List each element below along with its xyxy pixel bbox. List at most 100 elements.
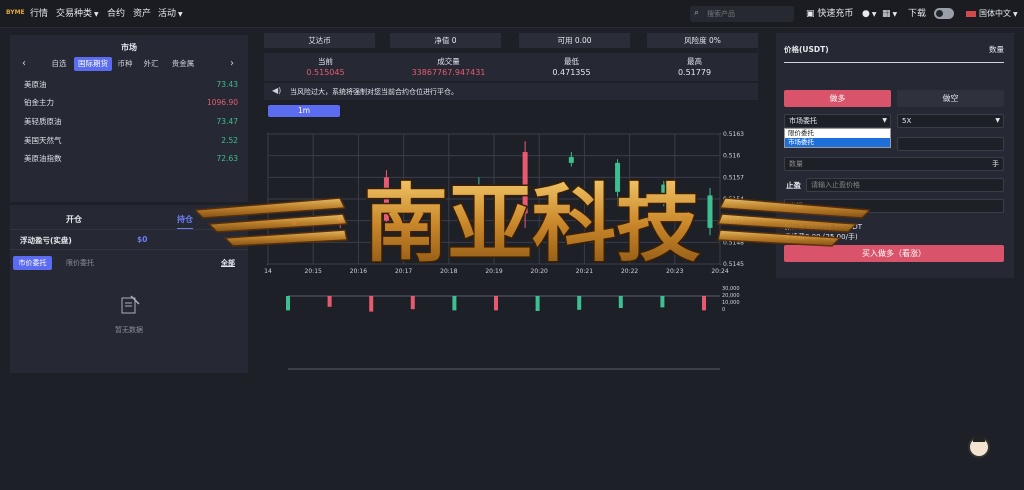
row-name: 美国天然气 (24, 136, 62, 145)
submit-buy-long-button[interactable]: 买入做多（看涨） (784, 245, 1004, 262)
candle-body (522, 152, 528, 214)
volume-tick-label: 20,000 (722, 293, 740, 299)
language-select[interactable]: 国体中文 ▼ (979, 6, 1018, 23)
support-avatar[interactable] (968, 435, 990, 458)
dropdown-option-selected[interactable]: 市场委托 (785, 138, 890, 147)
stat-label: 当前 (318, 57, 333, 66)
search-box[interactable]: ⌕ 搜索产品 (690, 6, 794, 22)
market-panel: 市场 ‹ 自选 国际期货 币种 外汇 贵金属 › 美原油 73.43 铂金主力 10… (10, 35, 248, 202)
x-tick-label: 20:15 (305, 268, 322, 275)
candle-body (661, 184, 667, 199)
volume-bar (660, 296, 665, 308)
chevron-down-icon: ▼ (882, 117, 887, 124)
notice-text: 当风险过大，系统将强制对您当前合约仓位进行平仓。 (290, 88, 458, 96)
list-item[interactable]: 铂金主力 1096.90 (24, 96, 238, 110)
tab-limit-order[interactable]: 限价委托 (66, 256, 94, 270)
margin-text: 保证金999999.99USDT (784, 223, 863, 231)
x-tick-label: 20:20 (531, 268, 548, 275)
candlestick-chart[interactable]: 14 20:15 20:16 20:17 20:18 20:19 20:20 20:21 20:… (264, 118, 758, 380)
divider (10, 249, 248, 250)
volume-tick-label: 10,000 (722, 300, 740, 306)
candle-body (568, 157, 574, 163)
user-icon: ● (862, 9, 870, 19)
chevron-left-icon[interactable]: ‹ (22, 57, 26, 71)
nav-trade-types[interactable]: 交易种类 ▼ (56, 6, 99, 23)
tab-open[interactable]: 开仓 (66, 214, 82, 225)
stat-value: 33867767.947431 (411, 68, 486, 77)
y-tick-label: 0.5157 (723, 174, 744, 181)
divider (10, 229, 248, 230)
volume-tick-label: 0 (722, 307, 725, 313)
list-item[interactable]: 美原油 73.43 (24, 78, 238, 92)
fee-text: 手续费0.00 (25.00/手) (784, 233, 858, 241)
candle-body (383, 177, 389, 221)
theme-toggle[interactable] (934, 8, 954, 19)
list-item[interactable]: 美国天然气 2.52 (24, 134, 238, 148)
stat-current: 当前 0.515045 (264, 56, 387, 79)
filter-all[interactable]: 全部 (221, 256, 235, 270)
volume-bar (577, 296, 582, 310)
language-label: 国体中文 (979, 9, 1011, 18)
tab-watchlist[interactable]: 自选 (46, 57, 72, 71)
interval-1m-button[interactable]: 1m (268, 105, 340, 117)
quick-deposit-button[interactable]: ▣ 快速充币 (806, 6, 853, 22)
row-value: 73.43 (216, 80, 238, 89)
stat-value: 0.471355 (552, 68, 591, 77)
dropdown-option[interactable]: 限价委托 (785, 129, 890, 138)
stat-label: 成交量 (437, 57, 460, 66)
chevron-right-icon[interactable]: › (230, 57, 234, 71)
take-profit-input[interactable]: 请输入止盈价格 (806, 178, 1004, 192)
price-field[interactable] (897, 137, 1004, 151)
volume-bar (452, 296, 457, 311)
stat-high: 最高 0.51779 (633, 56, 756, 79)
search-input[interactable]: 搜索产品 (707, 8, 735, 20)
y-tick-label: 0.516 (723, 153, 740, 160)
logo[interactable]: BYME (6, 7, 25, 19)
download-link[interactable]: 下载 (908, 6, 926, 22)
volume-bar (494, 296, 498, 311)
tab-market-order[interactable]: 市价委托 (13, 256, 52, 270)
tab-holding[interactable]: 持仓 (177, 214, 193, 230)
y-tick-label: 0.5148 (723, 239, 744, 246)
flag-icon (966, 11, 976, 17)
stop-loss-input[interactable]: 止损 (784, 199, 1004, 213)
x-tick-label: 20:23 (666, 268, 683, 275)
candle-body (615, 162, 621, 192)
user-menu[interactable]: ● ▼ (862, 6, 876, 23)
grid-icon: ▦ (882, 9, 891, 19)
nav-activity[interactable]: 活动 ▼ (158, 6, 183, 23)
chevron-down-icon: ▼ (892, 11, 898, 18)
divider (784, 62, 1004, 63)
sell-short-button[interactable]: 做空 (897, 90, 1004, 107)
order-type-value: 市场委托 (789, 117, 817, 125)
list-item[interactable]: 美轻质原油 73.47 (24, 115, 238, 129)
candle-body (707, 195, 713, 228)
stat-value: 0.515045 (306, 68, 345, 77)
order-type-select[interactable]: 市场委托 ▼ (784, 114, 891, 128)
candle-body (291, 222, 297, 225)
tab-crypto[interactable]: 币种 (114, 57, 136, 71)
order-type-dropdown: 限价委托 市场委托 (784, 128, 891, 148)
leverage-select[interactable]: 5X ▼ (897, 114, 1004, 128)
nav-activity-label: 活动 (158, 9, 177, 19)
x-tick-label: 20:17 (395, 268, 412, 275)
grid-menu[interactable]: ▦ ▼ (882, 6, 897, 23)
tab-metals[interactable]: 贵金属 (166, 57, 200, 71)
search-icon: ⌕ (694, 8, 700, 18)
qty-field[interactable]: 数量 手 (784, 157, 1004, 171)
nav-market[interactable]: 行情 (30, 6, 48, 22)
tab-forex[interactable]: 外汇 (138, 57, 164, 71)
qty-unit: 手 (992, 160, 999, 168)
price-column-label: 价格(USDT) (784, 45, 829, 54)
nav-assets[interactable]: 资产 (133, 6, 151, 22)
buy-long-button[interactable]: 做多 (784, 90, 891, 107)
volume-bar (369, 296, 374, 312)
symbol-label: 艾达币 (264, 33, 375, 48)
tab-futures[interactable]: 国际期货 (74, 57, 112, 71)
floating-pnl-value: $0 (137, 235, 148, 244)
candle-body (430, 220, 436, 225)
volume-bar (327, 296, 332, 307)
nav-contract[interactable]: 合约 (107, 6, 125, 22)
top-navbar: BYME 行情 交易种类 ▼ 合约 资产 活动 ▼ ⌕ 搜索产品 ▣ 快速充币 ● ▼… (0, 0, 1024, 28)
list-item[interactable]: 美原油指数 72.63 (24, 152, 238, 166)
